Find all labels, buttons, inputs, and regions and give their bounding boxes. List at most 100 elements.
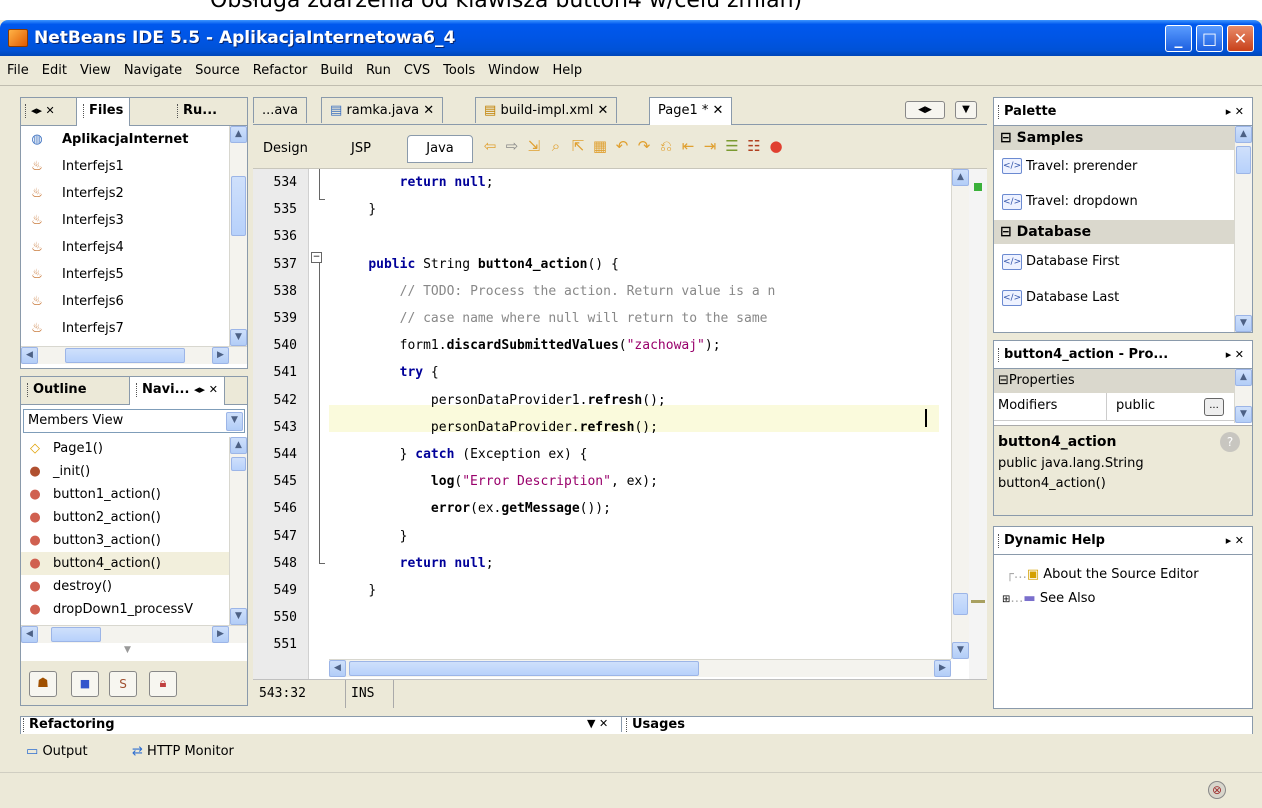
find-prev-icon[interactable]: ⇱ [569, 137, 587, 155]
property-row[interactable]: Modifiers public ... [994, 393, 1234, 421]
members-vscrollbar[interactable]: ▲ ▼ [229, 437, 247, 625]
scroll-up-button[interactable]: ▲ [952, 169, 969, 186]
scroll-thumb[interactable] [231, 176, 246, 236]
find-icon[interactable]: ⌕ [547, 137, 565, 155]
files-panel-controls[interactable]: ◂▸ ✕ [25, 104, 55, 118]
tree-item[interactable]: ♨ Interfejs3 [21, 207, 229, 234]
properties-section[interactable]: ⊟Properties [994, 369, 1234, 393]
shift-right-icon[interactable]: ⇥ [701, 137, 719, 155]
http-monitor-button[interactable]: ⇄ HTTP Monitor [132, 744, 234, 759]
shift-left-icon[interactable]: ⇤ [679, 137, 697, 155]
scroll-tabs-icon[interactable]: ◀▶ [905, 101, 945, 119]
members-hscrollbar[interactable]: ◀ ▶ [21, 625, 247, 643]
palette-item[interactable]: </> Database Last [994, 280, 1234, 316]
scroll-left-button[interactable]: ◀ [21, 626, 38, 643]
tab-usages[interactable]: Usages [621, 717, 685, 732]
palette-item[interactable]: </> Database First [994, 244, 1234, 280]
close-icon[interactable]: ✕ [423, 103, 434, 118]
scroll-up-button[interactable]: ▲ [1235, 126, 1252, 143]
static-filter-icon[interactable]: S [109, 671, 137, 697]
scroll-right-button[interactable]: ▶ [212, 626, 229, 643]
scroll-down-button[interactable]: ▼ [1235, 315, 1252, 332]
scroll-thumb[interactable] [65, 348, 185, 363]
scroll-thumb[interactable] [51, 627, 101, 642]
scroll-thumb[interactable] [953, 593, 968, 615]
close-icon[interactable]: ✕ [597, 103, 608, 118]
tree-item[interactable]: ♨ Interfejs4 [21, 234, 229, 261]
editor-tab[interactable]: ▤ ramka.java ✕ [321, 97, 444, 123]
member-item[interactable]: ● button3_action() [21, 529, 229, 552]
menu-view[interactable]: View [73, 56, 117, 78]
editor-tab[interactable]: ▤ build-impl.xml ✕ [475, 97, 618, 123]
scroll-down-button[interactable]: ▼ [952, 642, 969, 659]
toggle-bookmark-icon[interactable]: ⎌ [657, 137, 675, 155]
ellipsis-button[interactable]: ... [1204, 398, 1224, 416]
code-editor[interactable]: 534 return null; 535 } 536 537 public Strin… [253, 169, 987, 679]
palette-section-samples[interactable]: ⊟ Samples [994, 126, 1234, 150]
tab-design[interactable]: Design [263, 141, 308, 156]
editor-tab-active[interactable]: Page1 * ✕ [649, 97, 733, 125]
tree-item[interactable]: ♨ Interfejs6 [21, 288, 229, 315]
scroll-thumb[interactable] [349, 661, 699, 676]
scroll-up-button[interactable]: ▲ [230, 126, 247, 143]
member-item[interactable]: ◇ Page1() [21, 437, 229, 460]
gc-trash-icon[interactable]: ⊗ [1208, 781, 1226, 799]
scroll-up-button[interactable]: ▲ [230, 437, 247, 454]
member-item[interactable]: ● _init() [21, 460, 229, 483]
tab-java[interactable]: Java [407, 135, 473, 163]
editor-vscrollbar[interactable]: ▲ ▼ [951, 169, 969, 659]
members-view-select[interactable]: Members View ▼ [23, 409, 245, 433]
editor-tab[interactable]: ...ava [253, 97, 308, 123]
palette-vscrollbar[interactable]: ▲ ▼ [1234, 126, 1252, 332]
help-item[interactable]: ┌…▣ About the Source Editor [1006, 567, 1199, 582]
tree-item[interactable]: ♨ Interfejs1 [21, 153, 229, 180]
help-icon[interactable]: ? [1220, 432, 1240, 452]
non-public-filter-icon[interactable]: 🔒︎ [149, 671, 177, 697]
member-item[interactable]: ● dropDown1_processV [21, 598, 229, 621]
menu-source[interactable]: Source [188, 56, 246, 78]
tab-outline[interactable]: Outline [23, 377, 91, 405]
tab-navigator[interactable]: Navi... ◂▸ ✕ [129, 377, 226, 405]
tab-refactoring[interactable]: Refactoring [23, 717, 115, 732]
scroll-right-button[interactable]: ▶ [212, 347, 229, 364]
member-item[interactable]: ● destroy() [21, 575, 229, 598]
scroll-left-button[interactable]: ◀ [329, 660, 346, 677]
member-item[interactable]: ● button1_action() [21, 483, 229, 506]
properties-vscrollbar[interactable]: ▲ ▼ [1234, 369, 1252, 423]
palette-section-database[interactable]: ⊟ Database [994, 220, 1234, 244]
tree-item[interactable]: ♨ Interfejs5 [21, 261, 229, 288]
forward-icon[interactable]: ⇨ [503, 137, 521, 155]
tab-list-dropdown-icon[interactable]: ▼ [955, 101, 977, 119]
palette-item[interactable]: </> Travel: dropdown [994, 184, 1234, 220]
tree-item-project[interactable]: ◍ AplikacjaInternet [21, 126, 229, 153]
fold-toggle-icon[interactable]: − [311, 252, 322, 263]
chevron-down-icon[interactable]: ▼ [226, 412, 243, 431]
menu-edit[interactable]: Edit [35, 56, 73, 78]
menu-refactor[interactable]: Refactor [246, 56, 314, 78]
tab-jsp[interactable]: JSP [351, 141, 371, 156]
files-hscrollbar[interactable]: ◀ ▶ [21, 346, 247, 364]
editor-hscrollbar[interactable]: ◀ ▶ [329, 659, 951, 677]
scroll-right-button[interactable]: ▶ [934, 660, 951, 677]
tree-item[interactable]: ♨ Interfejs7 [21, 315, 229, 342]
files-vscrollbar[interactable]: ▲ ▼ [229, 126, 247, 346]
fields-filter-icon[interactable]: ■ [71, 671, 99, 697]
menu-help[interactable]: Help [545, 56, 588, 78]
tree-item[interactable]: ♨ Interfejs2 [21, 180, 229, 207]
member-item[interactable]: ● button2_action() [21, 506, 229, 529]
scroll-down-button[interactable]: ▼ [230, 329, 247, 346]
minimize-button[interactable]: _ [1165, 25, 1192, 52]
maximize-button[interactable]: □ [1196, 25, 1223, 52]
menu-build[interactable]: Build [313, 56, 359, 78]
help-item[interactable]: ⊞…▬ See Also [1002, 591, 1095, 606]
menu-cvs[interactable]: CVS [397, 56, 436, 78]
scroll-thumb[interactable] [1236, 146, 1251, 174]
menu-run[interactable]: Run [359, 56, 397, 78]
scroll-down-button[interactable]: ▼ [1235, 406, 1252, 423]
find-next-icon[interactable]: ⇲ [525, 137, 543, 155]
output-button[interactable]: ▭ Output [26, 744, 88, 759]
scroll-thumb[interactable] [231, 457, 246, 471]
scroll-up-button[interactable]: ▲ [1235, 369, 1252, 386]
refactoring-controls[interactable]: ▼ ✕ [587, 717, 608, 730]
menu-navigate[interactable]: Navigate [117, 56, 188, 78]
